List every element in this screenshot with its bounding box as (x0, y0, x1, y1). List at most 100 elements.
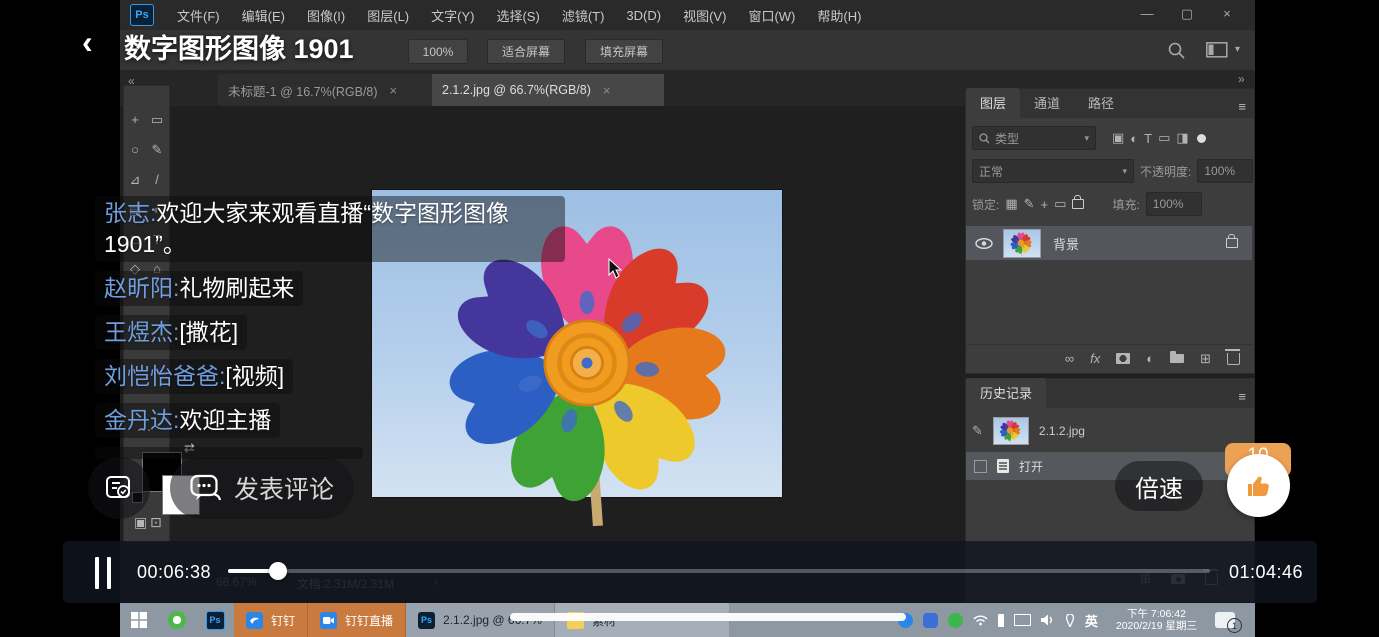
screen-mode-icon: ⊡ (150, 514, 162, 531)
home-indicator[interactable] (510, 613, 906, 621)
filter-shape-icon: ▭ (1158, 130, 1170, 146)
filter-toggle-icon (1197, 134, 1206, 143)
history-snapshot-thumbnail (993, 417, 1029, 445)
filter-type-icon: T (1144, 131, 1152, 146)
cursor-icon (607, 258, 623, 280)
pin-icon (1065, 614, 1075, 627)
checklist-icon (105, 474, 133, 502)
chat-text: 礼物刷起来 (179, 275, 294, 301)
ps-menu-help: 帮助(H) (806, 6, 872, 25)
opacity-label: 不透明度: (1140, 163, 1191, 180)
playback-speed-button[interactable]: 倍速 (1115, 461, 1203, 511)
close-icon: × (1207, 0, 1247, 28)
layer-row-background: 背景 (966, 226, 1252, 260)
ps-menu-layer: 图层(L) (356, 6, 420, 25)
history-snapshot-name: 2.1.2.jpg (1039, 424, 1085, 438)
history-step-open: 打开 (966, 452, 1252, 480)
eyedropper-tool-icon: / (155, 172, 159, 188)
panel-menu-icon: ≡ (1238, 99, 1246, 114)
tab-layers: 图层 (966, 88, 1020, 118)
layer-locked-icon (1226, 238, 1238, 248)
speed-label: 倍速 (1135, 469, 1183, 504)
chevron-down-icon: ▾ (1084, 133, 1089, 144)
taskbar-item-label: 钉钉直播 (345, 612, 393, 629)
ps-menu-type: 文字(Y) (420, 6, 485, 25)
progress-bar[interactable] (228, 569, 1210, 573)
system-tray: 英 下午 7:06:42 2020/2/19 星期三 1 (898, 603, 1255, 637)
tab-channels: 通道 (1020, 88, 1074, 118)
fill-label: 填充: (1112, 196, 1139, 213)
new-layer-icon: ⊞ (1200, 351, 1211, 367)
pause-icon[interactable] (107, 557, 111, 589)
collapse-panels-icon: » (1238, 72, 1245, 86)
comment-placeholder: 发表评论 (234, 470, 334, 506)
search-icon (979, 133, 990, 144)
taskbar-item-label: 钉钉 (271, 612, 295, 629)
tasks-button[interactable] (88, 457, 150, 519)
lock-paint-icon: ✎ (1024, 196, 1035, 212)
link-layers-icon: ∞ (1065, 351, 1074, 366)
photoshop-taskbar-icon: Ps (196, 603, 234, 637)
crop-tool-icon: ⊿ (130, 172, 141, 188)
chat-message: 王煜杰:[撒花] (95, 315, 247, 350)
tray-green-app-icon (948, 613, 963, 628)
taskbar-item-dingtalk-live: 钉钉直播 (308, 603, 406, 637)
layer-name: 背景 (1053, 234, 1079, 253)
document-icon (997, 459, 1009, 473)
filter-type-label: 类型 (995, 130, 1019, 147)
tab-untitled-document: 未标题-1 @ 16.7%(RGB/8) × (218, 74, 450, 106)
ps-menu-window: 窗口(W) (737, 6, 806, 25)
layer-thumbnail (1003, 229, 1041, 258)
blend-mode-select: 正常 ▾ (972, 159, 1134, 183)
history-checkbox (974, 460, 987, 473)
history-brush-source-icon: ✎ (972, 423, 983, 439)
chat-text: 欢迎主播 (179, 407, 271, 433)
like-button[interactable] (1227, 454, 1290, 517)
current-time: 00:06:38 (137, 562, 211, 583)
marquee-tool-icon: ▭ (151, 112, 163, 128)
layer-filter-type-select: 类型 ▾ (972, 126, 1096, 150)
blend-mode-value: 正常 (979, 163, 1003, 180)
chevron-down-icon: ▾ (1235, 44, 1240, 55)
chat-username: 赵昕阳: (104, 275, 179, 301)
browser-icon (158, 603, 196, 637)
ps-menu-edit: 编辑(E) (231, 6, 296, 25)
layer-styles-icon: fx (1090, 351, 1100, 366)
comment-bubble-icon (190, 474, 222, 502)
fill-screen-button: 填充屏幕 (585, 39, 663, 64)
delete-layer-icon (1227, 353, 1240, 365)
computer-icon (1014, 614, 1031, 626)
ps-layers-panel: 图层 通道 路径 ≡ 类型 ▾ ▣ ◐ T ▭ ◨ (965, 88, 1255, 374)
chat-message-list: 张志:欢迎大家来观看直播“数字图形图像 1901”。 赵昕阳:礼物刷起来 王煜杰… (95, 196, 575, 459)
ime-indicator: 英 (1085, 611, 1098, 630)
chat-message: 赵昕阳:礼物刷起来 (95, 271, 303, 306)
ps-menu-image: 图像(I) (296, 6, 356, 25)
new-adjustment-icon: ◐ (1146, 351, 1154, 366)
live-title: 数字图形图像 1901 (124, 27, 354, 66)
layer-thumbnail-flower (1004, 230, 1038, 256)
taskbar-item-dingtalk: 钉钉 (234, 603, 308, 637)
chat-text: [视频] (225, 363, 284, 389)
progress-thumb[interactable] (269, 562, 287, 580)
chat-message: 金丹达:欢迎主播 (95, 403, 280, 438)
ps-menu-filter: 滤镜(T) (551, 6, 616, 25)
speaker-icon (1041, 614, 1055, 626)
comment-input-button[interactable]: 发表评论 (170, 457, 354, 519)
clock-time: 下午 7:06:42 (1116, 608, 1197, 620)
chat-username: 张志: (104, 200, 156, 226)
chat-username: 王煜杰: (104, 319, 179, 345)
lock-label: 锁定: (972, 196, 999, 213)
filter-adjustment-icon: ◐ (1130, 131, 1138, 146)
pause-icon[interactable] (95, 557, 99, 589)
add-mask-icon (1116, 353, 1130, 364)
history-thumbnail-flower (994, 418, 1026, 443)
brush-tool-icon: ✎ (152, 142, 163, 158)
quick-mask-icon: ▣ (134, 514, 147, 531)
fill-value: 100% (1153, 197, 1184, 211)
tab-history: 历史记录 (966, 378, 1046, 408)
new-group-icon (1170, 354, 1184, 363)
visibility-eye-icon (975, 238, 993, 249)
taskbar-clock: 下午 7:06:42 2020/2/19 星期三 (1108, 608, 1205, 632)
fit-screen-button: 适合屏幕 (487, 39, 565, 64)
back-icon[interactable]: ‹ (82, 24, 93, 61)
